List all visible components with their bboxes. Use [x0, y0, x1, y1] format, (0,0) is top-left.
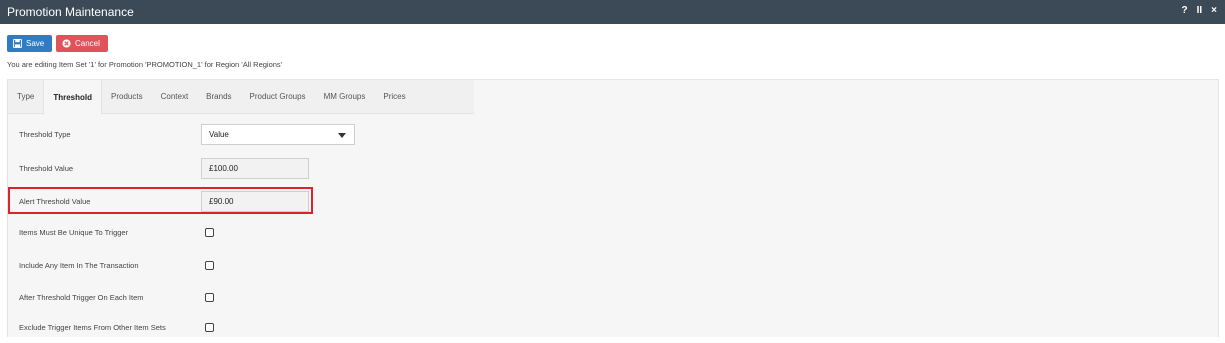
alert-threshold-value-label: Alert Threshold Value	[19, 197, 91, 206]
close-icon[interactable]: ×	[1211, 5, 1217, 16]
save-button-label: Save	[26, 39, 45, 48]
tab-brands[interactable]: Brands	[197, 80, 240, 113]
editor-panel: Type Threshold Products Context Brands P…	[7, 79, 1219, 337]
toolbar: Save Cancel	[7, 35, 108, 52]
items-unique-checkbox[interactable]	[205, 228, 214, 237]
cancel-button[interactable]: Cancel	[56, 35, 108, 52]
window-title: Promotion Maintenance	[7, 5, 134, 19]
include-any-item-row: Include Any Item In The Transaction	[8, 259, 1218, 281]
threshold-value-input[interactable]	[201, 158, 309, 179]
pause-icon[interactable]: II	[1197, 5, 1203, 16]
include-any-item-label: Include Any Item In The Transaction	[19, 261, 139, 270]
window-titlebar: Promotion Maintenance ? II ×	[0, 0, 1225, 24]
window-controls: ? II ×	[1181, 5, 1217, 16]
items-unique-row: Items Must Be Unique To Trigger	[8, 226, 1218, 248]
help-icon[interactable]: ?	[1181, 5, 1187, 16]
alert-threshold-value-row: Alert Threshold Value	[8, 191, 1218, 213]
exclude-trigger-items-row: Exclude Trigger Items From Other Item Se…	[8, 321, 1218, 343]
items-unique-label: Items Must Be Unique To Trigger	[19, 228, 129, 237]
cancel-circle-icon	[62, 39, 71, 48]
tab-type[interactable]: Type	[8, 80, 43, 113]
threshold-value-label: Threshold Value	[19, 164, 74, 173]
cancel-button-label: Cancel	[75, 39, 100, 48]
threshold-type-row: Threshold Type Value	[8, 124, 1218, 146]
tab-mm-groups[interactable]: MM Groups	[315, 80, 375, 113]
exclude-trigger-items-label: Exclude Trigger Items From Other Item Se…	[19, 323, 166, 332]
exclude-trigger-items-checkbox[interactable]	[205, 323, 214, 332]
dropdown-arrow-icon	[338, 133, 346, 138]
threshold-type-select[interactable]: Value	[201, 124, 355, 145]
tab-context[interactable]: Context	[152, 80, 198, 113]
after-threshold-trigger-checkbox[interactable]	[205, 293, 214, 302]
threshold-type-value: Value	[209, 130, 229, 139]
tab-bar: Type Threshold Products Context Brands P…	[8, 80, 474, 114]
after-threshold-trigger-label: After Threshold Trigger On Each Item	[19, 293, 144, 302]
tab-products[interactable]: Products	[102, 80, 152, 113]
tab-product-groups[interactable]: Product Groups	[241, 80, 315, 113]
tab-prices[interactable]: Prices	[374, 80, 414, 113]
floppy-disk-icon	[13, 39, 22, 48]
alert-threshold-value-input[interactable]	[201, 191, 309, 212]
include-any-item-checkbox[interactable]	[205, 261, 214, 270]
after-threshold-trigger-row: After Threshold Trigger On Each Item	[8, 291, 1218, 313]
threshold-type-label: Threshold Type	[19, 130, 71, 139]
save-button[interactable]: Save	[7, 35, 52, 52]
tab-threshold[interactable]: Threshold	[43, 80, 103, 114]
threshold-value-row: Threshold Value	[8, 158, 1218, 180]
editing-info-text: You are editing Item Set '1' for Promoti…	[7, 60, 283, 69]
